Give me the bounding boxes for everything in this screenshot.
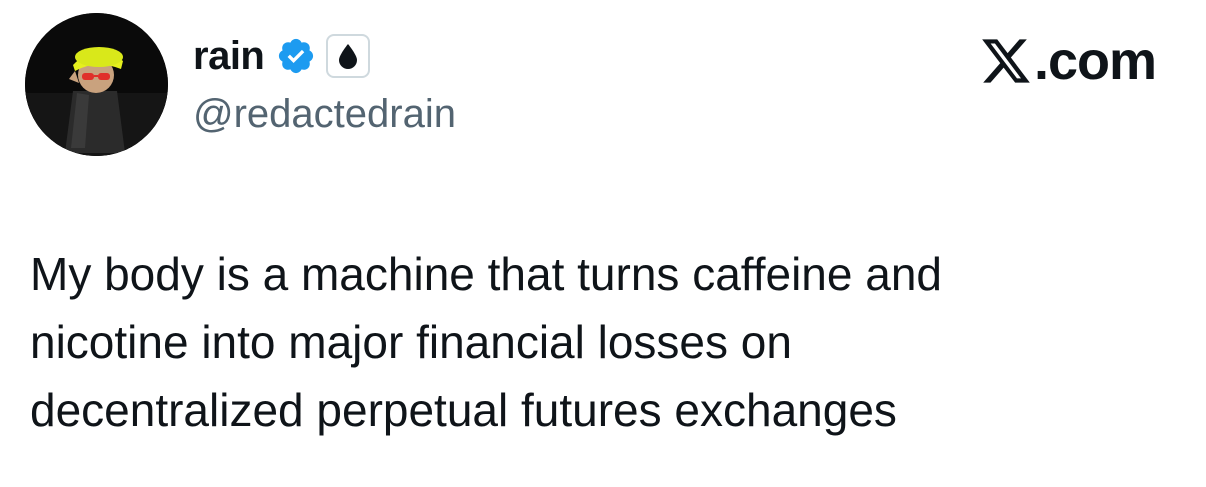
verified-badge-icon[interactable] — [276, 36, 316, 76]
author-handle[interactable]: @redactedrain — [193, 92, 456, 137]
tweet-text-line: nicotine into major financial losses on — [30, 316, 792, 368]
brand-domain: .com — [1033, 31, 1157, 91]
avatar-image — [25, 13, 168, 156]
author-display-name[interactable]: rain — [193, 34, 265, 79]
tweet-text-line: decentralized perpetual futures exchange… — [30, 384, 897, 436]
tweet-text-line: My body is a machine that turns caffeine… — [30, 248, 943, 300]
tweet-text: My body is a machine that turns caffeine… — [30, 240, 1180, 444]
brand-label: .com — [980, 30, 1157, 92]
droplet-icon[interactable] — [326, 34, 371, 78]
author-name-row: rain — [193, 30, 371, 82]
x-logo-icon — [982, 39, 1030, 83]
avatar[interactable] — [25, 13, 168, 156]
